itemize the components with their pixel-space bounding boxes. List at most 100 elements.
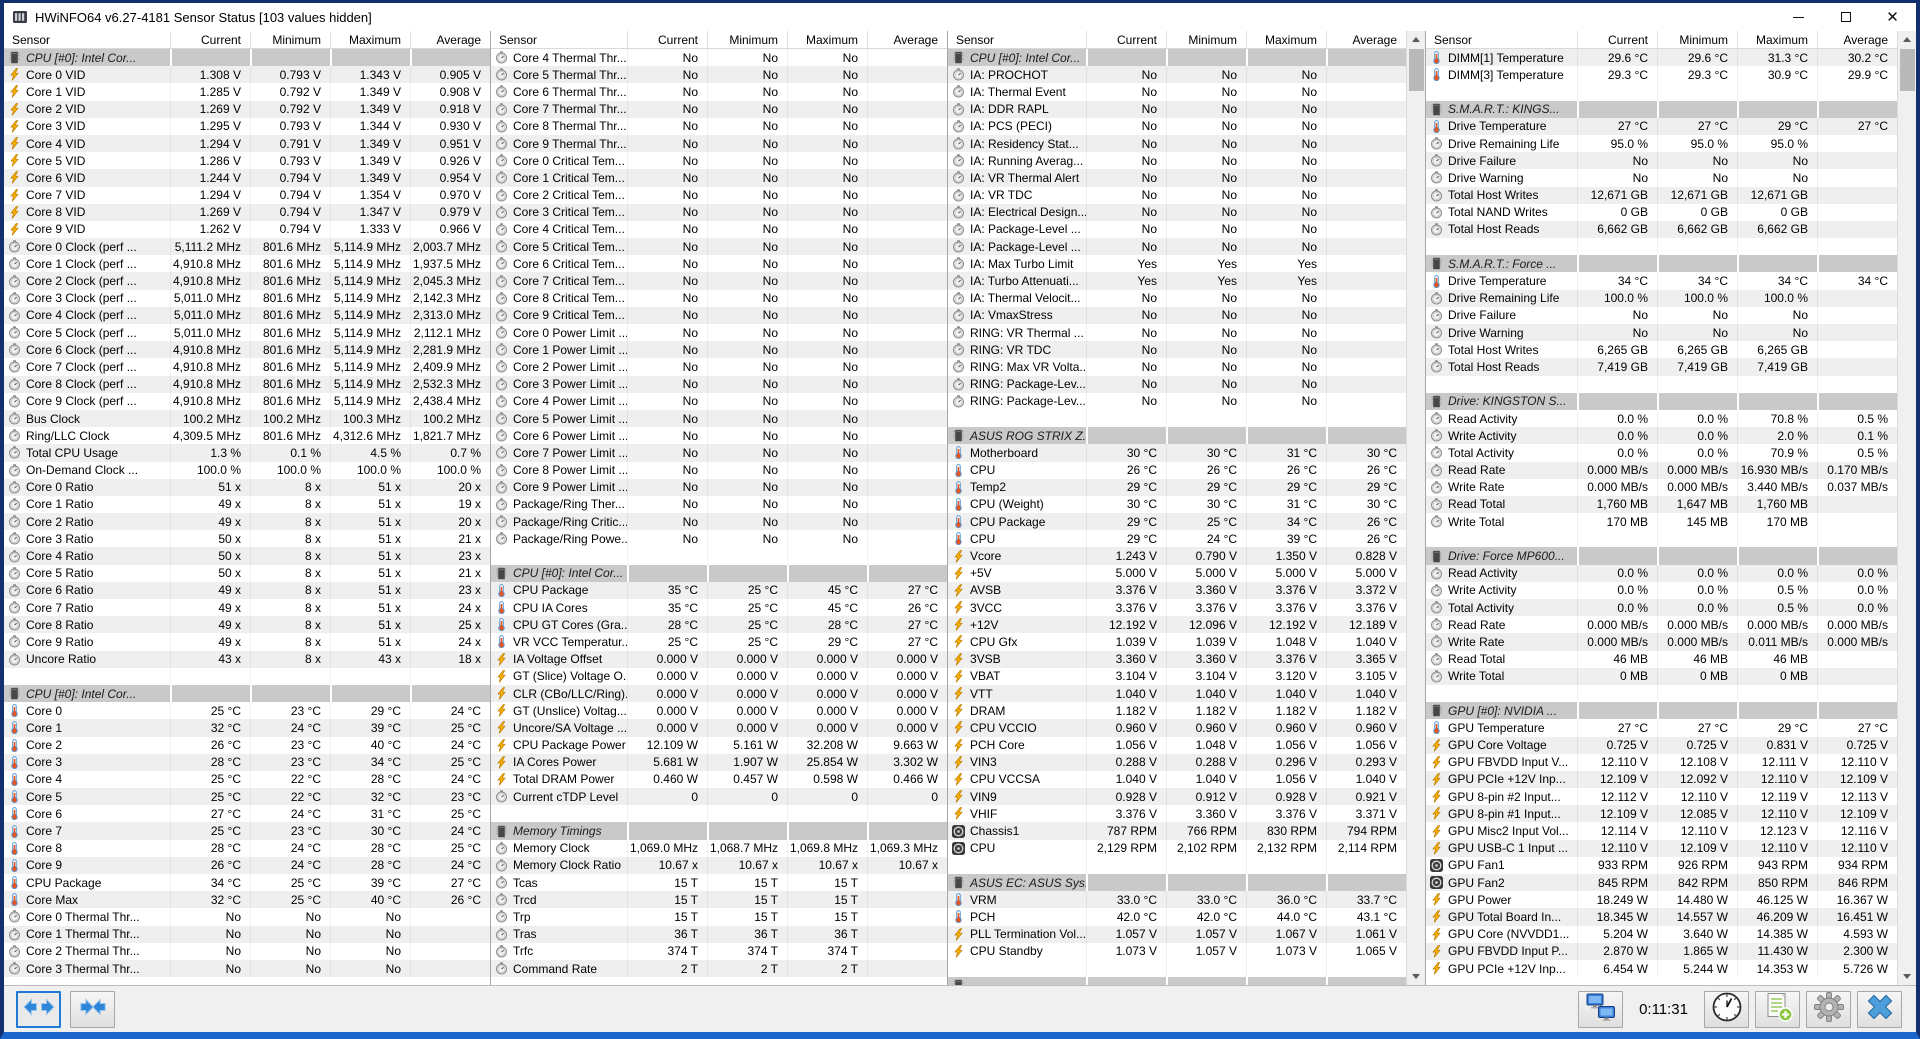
sensor-row[interactable]: CPU Package 34 °C 25 °C 39 °C 27 °C <box>4 874 490 892</box>
sensor-row[interactable]: PCH Core 1.056 V 1.048 V 1.056 V 1.056 V <box>948 736 1406 754</box>
sensor-row[interactable]: Core 0 25 °C 23 °C 29 °C 24 °C <box>4 702 490 720</box>
sensor-row[interactable]: Write Rate 0.000 MB/s 0.000 MB/s 0.011 MB/s… <box>1426 633 1897 651</box>
sensor-row[interactable]: Current cTDP Level 0 0 0 0 <box>491 788 947 806</box>
sensor-row[interactable]: IA: VmaxStress No No No <box>948 306 1406 324</box>
sensor-row[interactable]: VIN3 0.288 V 0.288 V 0.296 V 0.293 V <box>948 753 1406 771</box>
sensor-row[interactable]: Tcas 15 T 15 T 15 T <box>491 874 947 892</box>
sensor-row[interactable]: Core 9 Clock (perf ... 4,910.8 MHz 801.6 M… <box>4 392 490 410</box>
sensor-row[interactable]: PLL Termination Vol... 1.057 V 1.057 V 1.06… <box>948 925 1406 943</box>
sensor-row[interactable]: RING: VR TDC No No No <box>948 341 1406 359</box>
sensor-row[interactable]: Core 0 VID 1.308 V 0.793 V 1.343 V 0.905 V <box>4 66 490 84</box>
sensor-row[interactable]: CPU IA Cores 35 °C 25 °C 45 °C 26 °C <box>491 599 947 617</box>
sensor-row[interactable]: Core 8 28 °C 24 °C 28 °C 25 °C <box>4 839 490 857</box>
sensor-row[interactable]: Read Rate 0.000 MB/s 0.000 MB/s 16.930 MB/s… <box>1426 461 1897 479</box>
sensor-row[interactable]: GPU Total Board In... 18.345 W 14.557 W 46.… <box>1426 908 1897 926</box>
section-header-row[interactable]: Drive: KINGSTON S... <box>1426 392 1897 410</box>
sensor-row[interactable]: Temp2 29 °C 29 °C 29 °C 29 °C <box>948 478 1406 496</box>
sensor-row[interactable]: AVSB 3.376 V 3.360 V 3.376 V 3.372 V <box>948 581 1406 599</box>
sensor-row[interactable]: Total DRAM Power 0.460 W 0.457 W 0.598 W 0.4… <box>491 770 947 789</box>
sensor-row[interactable]: Core 1 Clock (perf ... 4,910.8 MHz 801.6 M… <box>4 255 490 273</box>
sensor-row[interactable]: Uncore/SA Voltage ... 0.000 V 0.000 V 0.000… <box>491 719 947 737</box>
sensor-row[interactable]: DIMM[3] Temperature 29.3 °C 29.3 °C 30.9 °C… <box>1426 66 1897 84</box>
sensor-row[interactable]: Motherboard 30 °C 30 °C 31 °C 30 °C <box>948 444 1406 462</box>
sensor-row[interactable]: 3VSB 3.360 V 3.360 V 3.376 V 3.365 V <box>948 650 1406 668</box>
sensor-row[interactable]: Core 0 Ratio 51 x8 x 51 x 20 x <box>4 478 490 496</box>
sensor-row[interactable]: CPU 2,129 RPM 2,102 RPM 2,132 RPM 2,114 RPM <box>948 839 1406 857</box>
sensor-row[interactable]: GPU Fan1 933 RPM 926 RPM 943 RPM 934 RPM <box>1426 856 1897 874</box>
sensor-row[interactable]: GPU Misc2 Input Vol... 12.114 V 12.110 V 12… <box>1426 822 1897 840</box>
titlebar[interactable]: HWiNFO64 v6.27-4181 Sensor Status [103 v… <box>4 3 1916 31</box>
sensor-row[interactable]: Core 3 28 °C 23 °C 34 °C 25 °C <box>4 753 490 771</box>
sensor-row[interactable]: CPU Package Power 12.109 W 5.161 W 32.208 W… <box>491 736 947 754</box>
section-header-row[interactable]: ASUS EC: ASUS Sys... <box>948 874 1406 892</box>
sensor-row[interactable]: Drive Failure No No No <box>1426 152 1897 170</box>
sensor-row[interactable]: Core 8 VID 1.269 V 0.794 V 1.347 V 0.979 V <box>4 203 490 221</box>
sensor-row[interactable]: Uncore Ratio 43 x8 x 43 x 18 x <box>4 650 490 668</box>
sensor-row[interactable]: Trfc 374 T 374 T 374 T <box>491 942 947 960</box>
sensor-row[interactable]: IA Voltage Offset 0.000 V 0.000 V 0.000 V 0.… <box>491 650 947 668</box>
sensor-row[interactable]: Core 6 VID 1.244 V 0.794 V 1.349 V 0.954 V <box>4 169 490 187</box>
report-button[interactable] <box>1755 990 1800 1028</box>
section-header-row[interactable]: Drive: Force MP600... <box>1426 547 1897 565</box>
panel-4-scrollbar[interactable] <box>1897 31 1916 985</box>
sensor-row[interactable]: Drive Remaining Life 100.0 % 100.0 % 100.0 … <box>1426 289 1897 307</box>
sensor-row[interactable]: Core 0 Thermal Thr... No No No <box>4 908 490 926</box>
clock-button[interactable] <box>1704 990 1749 1028</box>
sensor-row[interactable]: Core 6 Critical Tem... No No No <box>491 255 947 273</box>
sensor-row[interactable]: GPU 8-pin #2 Input... 12.112 V 12.110 V 12.… <box>1426 788 1897 806</box>
sensor-row[interactable]: Core 2 Thermal Thr... No No No <box>4 942 490 960</box>
scroll-down-icon[interactable] <box>1407 968 1425 985</box>
sensor-row[interactable]: Drive Remaining Life 95.0 % 95.0 % 95.0 % <box>1426 134 1897 153</box>
sensor-row[interactable]: Write Total 0 MB 0 MB 0 MB <box>1426 667 1897 685</box>
close-button[interactable]: ✕ <box>1869 3 1916 31</box>
sensor-row[interactable]: CPU 26 °C 26 °C 26 °C 26 °C <box>948 461 1406 479</box>
sensor-row[interactable]: Chassis1 787 RPM 766 RPM 830 RPM 794 RPM <box>948 822 1406 840</box>
section-header-row[interactable]: GPU [#0]: NVIDIA ... <box>1426 702 1897 720</box>
sensor-row[interactable]: Core 8 Thermal Thr... No No No <box>491 117 947 135</box>
sensor-row[interactable]: Core 4 VID 1.294 V 0.791 V 1.349 V 0.951 V <box>4 134 490 153</box>
sensor-row[interactable]: CPU Package 35 °C 25 °C 45 °C 27 °C <box>491 581 947 599</box>
sensor-row[interactable]: Total CPU Usage 1.3 % 0.1 % 4.5 % 0.7 % <box>4 444 490 462</box>
sensor-row[interactable]: Total Host Reads 6,662 GB 6,662 GB 6,662 GB <box>1426 220 1897 239</box>
sensor-row[interactable]: Core 8 Power Limit ... No No No <box>491 461 947 479</box>
sensor-row[interactable]: RING: Package-Lev... No No No <box>948 375 1406 393</box>
sensor-row[interactable]: Core 3 Ratio 50 x8 x 51 x 21 x <box>4 530 490 548</box>
sensor-row[interactable]: Core 1 VID 1.285 V 0.792 V 1.349 V 0.908 V <box>4 83 490 101</box>
section-header-row[interactable]: S.M.A.R.T.: KINGS... <box>1426 100 1897 118</box>
collapse-sensors-button[interactable] <box>70 990 115 1028</box>
sensor-row[interactable]: RING: Package-Lev... No No No <box>948 392 1406 410</box>
sensor-row[interactable]: Core 6 Ratio 49 x8 x 51 x 23 x <box>4 581 490 599</box>
sensor-row[interactable]: On-Demand Clock ... 100.0 % 100.0 % 100.0 %… <box>4 461 490 479</box>
sensor-row[interactable]: Read Activity 0.0 % 0.0 % 70.8 % 0.5 % <box>1426 409 1897 428</box>
sensor-row[interactable]: Package/Ring Powe... No No No <box>491 530 947 548</box>
sensor-row[interactable]: Core 7 Clock (perf ... 4,910.8 MHz 801.6 M… <box>4 358 490 376</box>
sensor-row[interactable]: 3VCC 3.376 V 3.376 V 3.376 V 3.376 V <box>948 599 1406 617</box>
sensor-row[interactable]: Core 7 Thermal Thr... No No No <box>491 100 947 118</box>
sensor-row[interactable]: IA: VR Thermal Alert No No No <box>948 169 1406 187</box>
scroll-up-icon[interactable] <box>1407 31 1425 48</box>
sensor-row[interactable]: Core 6 Power Limit ... No No No <box>491 427 947 445</box>
sensor-row[interactable]: Core 6 Thermal Thr... No No No <box>491 83 947 101</box>
sensor-row[interactable]: RING: Max VR Volta... No No No <box>948 358 1406 376</box>
sensor-row[interactable]: CPU GT Cores (Gra... 28 °C 25 °C 28 °C 27 °C <box>491 616 947 634</box>
sensor-row[interactable]: IA: PROCHOT No No No <box>948 66 1406 84</box>
sensor-row[interactable]: Core 3 VID 1.295 V 0.793 V 1.344 V 0.930 V <box>4 117 490 135</box>
expand-sensors-button[interactable] <box>16 990 61 1028</box>
sensor-row[interactable]: Core 8 Ratio 49 x8 x 51 x 25 x <box>4 616 490 634</box>
sensor-row[interactable]: Core 1 Power Limit ... No No No <box>491 341 947 359</box>
sensor-row[interactable]: Core 7 VID 1.294 V 0.794 V 1.354 V 0.970 V <box>4 186 490 204</box>
sensor-row[interactable]: Core 0 Clock (perf ... 5,111.2 MHz 801.6 M… <box>4 238 490 256</box>
sensor-row[interactable]: Vcore 1.243 V 0.790 V 1.350 V 0.828 V <box>948 547 1406 565</box>
sensor-row[interactable]: Drive Temperature 34 °C 34 °C 34 °C 34 °C <box>1426 272 1897 290</box>
sensor-row[interactable]: Core 9 26 °C 24 °C 28 °C 24 °C <box>4 856 490 874</box>
sensor-row[interactable]: CPU Package 29 °C 25 °C 34 °C 26 °C <box>948 513 1406 531</box>
sensor-row[interactable]: Core 5 Thermal Thr... No No No <box>491 66 947 84</box>
sensor-row[interactable]: Memory Clock Ratio 10.67 x 10.67 x 10.67 x1… <box>491 856 947 874</box>
sensor-row[interactable]: CLR (CBo/LLC/Ring)... 0.000 V 0.000 V 0.000… <box>491 684 947 703</box>
sensor-row[interactable]: Core 5 Clock (perf ... 5,011.0 MHz 801.6 M… <box>4 324 490 342</box>
sensor-row[interactable]: +5V 5.000 V 5.000 V 5.000 V 5.000 V <box>948 564 1406 582</box>
sensor-row[interactable]: Total Activity 0.0 % 0.0 % 0.5 % 0.0 % <box>1426 599 1897 617</box>
sensor-row[interactable]: CPU 29 °C 24 °C 39 °C 26 °C <box>948 530 1406 548</box>
sensor-row[interactable]: GPU FBVDD Input V... 12.110 V 12.108 V 12.1… <box>1426 753 1897 771</box>
sensor-row[interactable]: Core 5 Ratio 50 x8 x 51 x 21 x <box>4 564 490 582</box>
